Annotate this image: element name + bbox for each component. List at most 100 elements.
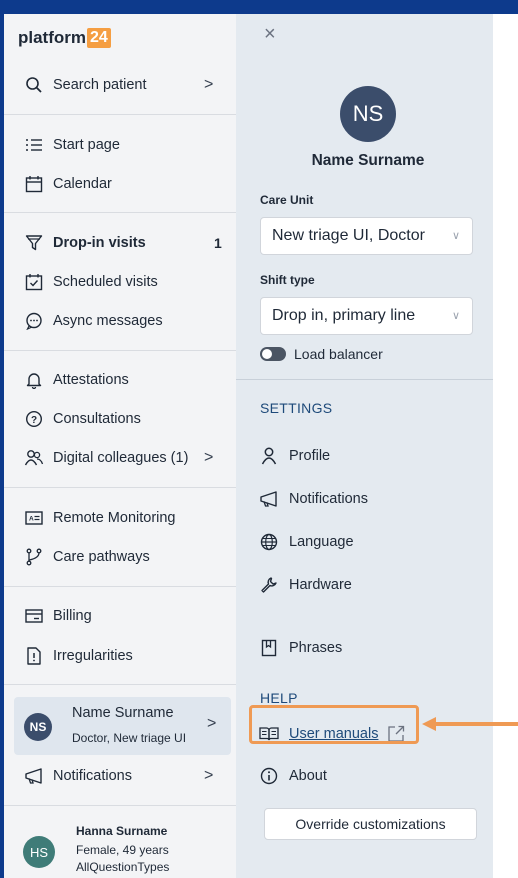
sidebar-item-async-messages[interactable]: Async messages xyxy=(4,305,236,337)
override-customizations-button[interactable]: Override customizations xyxy=(264,808,477,840)
megaphone-icon xyxy=(258,488,280,510)
settings-item-label: Notifications xyxy=(289,491,368,507)
sidebar-item-label: Notifications xyxy=(53,768,132,784)
card-icon xyxy=(24,606,44,626)
info-icon xyxy=(258,765,280,787)
person-icon xyxy=(258,445,280,467)
settings-item-label: Profile xyxy=(289,448,331,464)
highlight-box xyxy=(249,705,419,744)
svg-text:A: A xyxy=(29,516,34,523)
patient-name[interactable]: Hanna Surname xyxy=(76,824,167,838)
profile-panel: × NS Name Surname Care Unit New triage U… xyxy=(236,14,493,878)
sidebar-item-drop-in-visits[interactable]: Drop-in visits 1 xyxy=(4,227,236,259)
settings-item-label: Phrases xyxy=(289,640,343,656)
about-label: About xyxy=(289,768,327,784)
sidebar-item-label: Drop-in visits xyxy=(53,235,146,251)
user-name: Name Surname xyxy=(72,705,174,721)
id-card-icon: A xyxy=(24,508,44,528)
search-patient-item[interactable]: Search patient > xyxy=(4,69,236,101)
settings-item-profile[interactable]: Profile xyxy=(258,444,330,468)
divider xyxy=(4,684,236,685)
sidebar-item-label: Attestations xyxy=(53,372,129,388)
avatar: NS xyxy=(24,713,52,741)
settings-item-label: Language xyxy=(289,534,354,550)
settings-item-hardware[interactable]: Hardware xyxy=(258,573,352,597)
divider xyxy=(236,379,493,380)
background-area xyxy=(493,14,518,878)
sidebar-item-care-pathways[interactable]: Care pathways xyxy=(4,541,236,573)
sidebar-item-billing[interactable]: Billing xyxy=(4,600,236,632)
divider xyxy=(4,114,236,115)
chevron-right-icon: > xyxy=(207,715,217,732)
branch-icon xyxy=(24,547,44,567)
sidebar-item-irregularities[interactable]: Irregularities xyxy=(4,640,236,672)
sidebar-item-label: Digital colleagues (1) xyxy=(53,450,189,466)
funnel-icon xyxy=(24,233,44,253)
question-icon: ? xyxy=(24,409,44,429)
sidebar-item-label: Consultations xyxy=(53,411,141,427)
settings-item-phrases[interactable]: Phrases xyxy=(258,636,342,660)
profile-name: Name Surname xyxy=(311,152,425,169)
chevron-right-icon: > xyxy=(204,767,214,784)
sidebar-item-label: Calendar xyxy=(53,176,112,192)
patient-gender-age: Female, 49 years xyxy=(76,843,169,857)
sidebar-item-label: Scheduled visits xyxy=(53,274,158,290)
shift-type-label: Shift type xyxy=(260,273,315,287)
sidebar-item-digital-colleagues[interactable]: Digital colleagues (1) > xyxy=(4,442,236,474)
logo: platform 24 xyxy=(18,28,111,48)
sidebar-item-attestations[interactable]: Attestations xyxy=(4,364,236,396)
drop-in-count-badge: 1 xyxy=(214,235,222,251)
current-user-card[interactable]: NS Name Surname Doctor, New triage UI > xyxy=(14,697,231,755)
sidebar-item-label: Billing xyxy=(53,608,92,624)
sidebar-item-scheduled-visits[interactable]: Scheduled visits xyxy=(4,266,236,298)
bookmark-icon xyxy=(258,637,280,659)
care-unit-select[interactable]: New triage UI, Doctor ∨ xyxy=(260,217,473,255)
divider xyxy=(4,350,236,351)
help-section-title: HELP xyxy=(260,690,298,706)
chat-icon xyxy=(24,311,44,331)
svg-text:?: ? xyxy=(31,415,37,426)
divider xyxy=(4,586,236,587)
help-item-about[interactable]: About xyxy=(258,764,327,788)
settings-section-title: SETTINGS xyxy=(260,400,333,416)
chevron-right-icon: > xyxy=(204,449,214,466)
sidebar-item-consultations[interactable]: ? Consultations xyxy=(4,403,236,435)
search-icon xyxy=(24,75,44,95)
list-icon xyxy=(24,135,44,155)
care-unit-label: Care Unit xyxy=(260,193,314,207)
sidebar-item-label: Start page xyxy=(53,137,120,153)
sidebar-item-label: Care pathways xyxy=(53,549,150,565)
patient-question-types: AllQuestionTypes xyxy=(76,860,170,874)
divider xyxy=(4,805,236,806)
globe-icon xyxy=(258,531,280,553)
calendar-icon xyxy=(24,174,44,194)
sidebar-item-label: Remote Monitoring xyxy=(53,510,176,526)
load-balancer-toggle[interactable] xyxy=(260,347,286,361)
callout-arrow-icon xyxy=(422,717,518,731)
load-balancer-label: Load balancer xyxy=(294,346,383,362)
sidebar: platform 24 Search patient > Start page C… xyxy=(4,14,236,878)
sidebar-item-remote-monitoring[interactable]: A Remote Monitoring xyxy=(4,502,236,534)
logo-badge: 24 xyxy=(87,28,111,48)
care-unit-value: New triage UI, Doctor xyxy=(272,227,425,244)
search-patient-label: Search patient xyxy=(53,77,147,93)
settings-item-language[interactable]: Language xyxy=(258,530,354,554)
shift-type-select[interactable]: Drop in, primary line ∨ xyxy=(260,297,473,335)
shift-type-value: Drop in, primary line xyxy=(272,307,416,324)
sidebar-item-label: Async messages xyxy=(53,313,163,329)
close-icon[interactable]: × xyxy=(264,23,276,46)
settings-item-notifications[interactable]: Notifications xyxy=(258,487,368,511)
warning-file-icon xyxy=(24,646,44,666)
wrench-icon xyxy=(258,574,280,596)
logo-text: platform xyxy=(18,28,86,47)
chevron-down-icon: ∨ xyxy=(451,310,460,322)
divider xyxy=(4,212,236,213)
sidebar-item-calendar[interactable]: Calendar xyxy=(4,168,236,200)
sidebar-item-start-page[interactable]: Start page xyxy=(4,129,236,161)
divider xyxy=(4,487,236,488)
sidebar-item-notifications[interactable]: Notifications > xyxy=(4,760,236,792)
calendar-check-icon xyxy=(24,272,44,292)
patient-avatar[interactable]: HS xyxy=(23,836,55,868)
profile-avatar: NS xyxy=(340,86,396,142)
chevron-down-icon: ∨ xyxy=(451,230,460,242)
